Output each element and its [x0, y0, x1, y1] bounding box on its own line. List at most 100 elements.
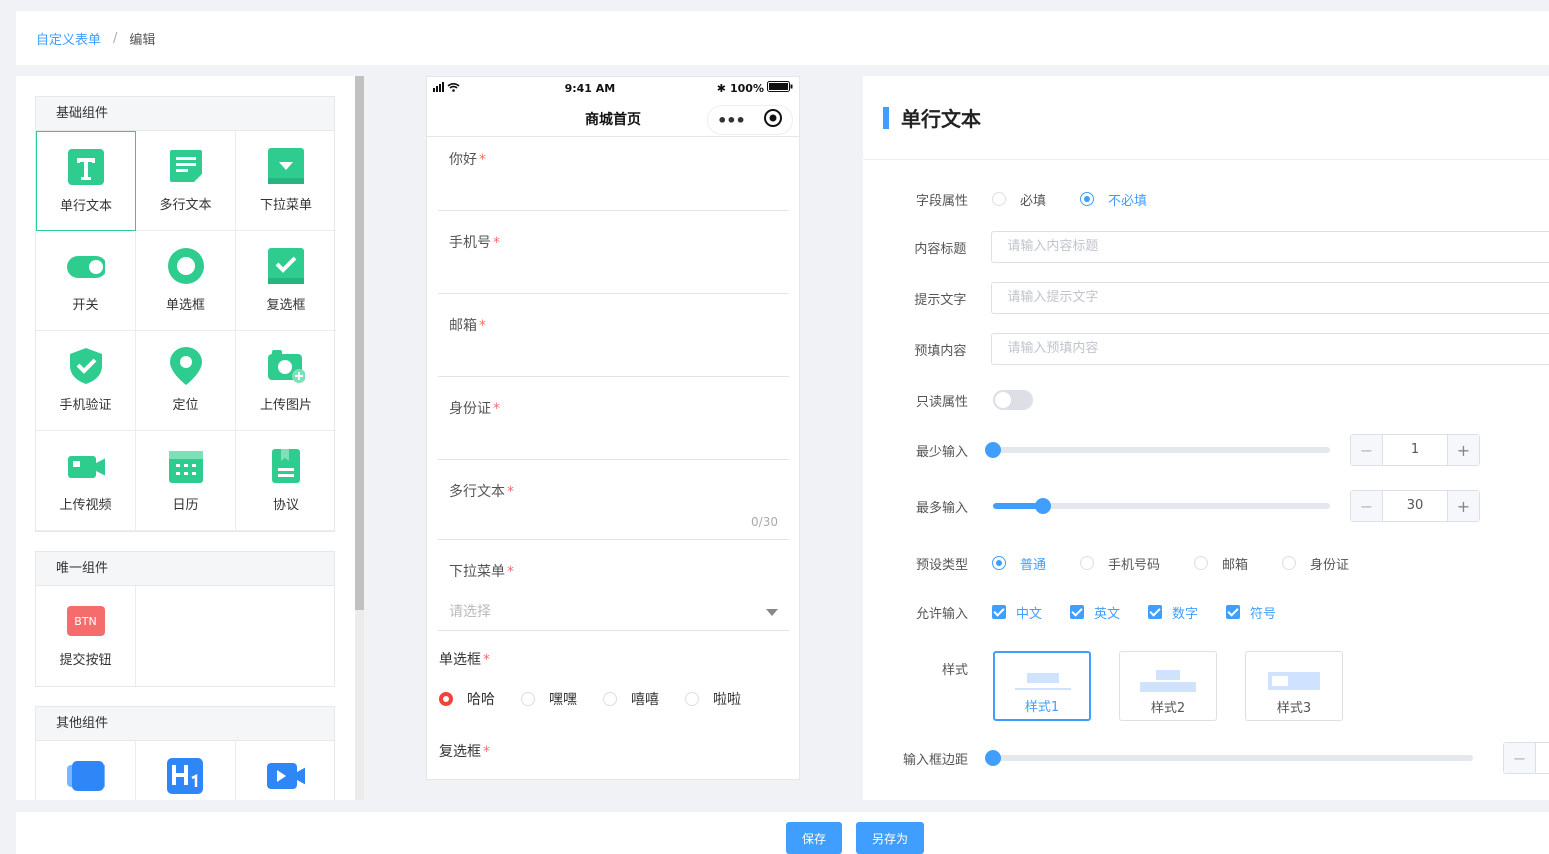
preset-email[interactable]: 邮箱 — [1194, 554, 1248, 573]
max-input-stepper: − 30 + — [1350, 490, 1480, 522]
component-checkbox[interactable]: 复选框 — [236, 231, 336, 331]
component-single-text[interactable]: 单行文本 — [36, 131, 136, 231]
dropdown-placeholder: 请选择 — [449, 604, 491, 620]
max-input-slider[interactable] — [993, 498, 1330, 514]
phone-status-bar: 9:41 AM ✱ 100% — [427, 77, 799, 99]
component-multi-text[interactable]: 多行文本 — [136, 131, 236, 231]
style-option-1[interactable]: 样式1 — [993, 651, 1091, 721]
radio-not-required[interactable]: 不必填 — [1080, 190, 1147, 209]
hint-text-input[interactable]: 请输入提示文字 — [991, 282, 1549, 314]
component-video-player[interactable] — [236, 741, 336, 800]
close-target-icon[interactable] — [763, 108, 783, 132]
preview-field-email[interactable]: 邮箱 * — [438, 315, 789, 377]
battery-percent: 100% — [730, 81, 764, 95]
radio-dot — [685, 692, 699, 706]
phone-preview: 9:41 AM ✱ 100% 商城首页 ••• 你好 * 手机号 * 邮箱 * 身份证… — [426, 76, 800, 780]
component-label: 下拉菜单 — [259, 198, 312, 213]
preset-phone[interactable]: 手机号码 — [1080, 554, 1160, 573]
preview-radio-option[interactable]: 嘿嘿 — [521, 689, 577, 709]
decrement-button[interactable]: − — [1504, 743, 1536, 773]
component-label: 多行文本 — [159, 198, 212, 213]
calendar-icon — [167, 447, 205, 485]
radio-dot — [992, 192, 1006, 206]
component-switch[interactable]: 开关 — [36, 231, 136, 331]
allow-digits-checkbox[interactable]: 数字 — [1148, 603, 1198, 622]
save-button[interactable]: 保存 — [786, 822, 842, 854]
component-calendar[interactable]: 日历 — [136, 431, 236, 531]
component-location[interactable]: 定位 — [136, 331, 236, 431]
style-preview-shape — [1272, 676, 1288, 686]
increment-button[interactable]: + — [1447, 491, 1479, 521]
allowed-input-label: 允许输入 — [915, 606, 968, 622]
preview-radio-option[interactable]: 啦啦 — [685, 689, 741, 709]
preview-field-hello[interactable]: 你好 * — [438, 149, 789, 211]
decrement-button[interactable]: − — [1351, 491, 1383, 521]
radio-required[interactable]: 必填 — [992, 190, 1046, 209]
prefill-input[interactable]: 请输入预填内容 — [991, 333, 1549, 365]
battery-icon — [766, 81, 793, 95]
preview-field-dropdown[interactable]: 下拉菜单 * 请选择 — [438, 561, 789, 631]
preset-normal[interactable]: 普通 — [992, 554, 1046, 573]
multiline-text-icon — [167, 147, 205, 185]
increment-button[interactable]: + — [1447, 435, 1479, 465]
submit-button-icon: BTN — [66, 602, 105, 640]
component-label: 上传视频 — [59, 498, 112, 513]
radio-dot — [1080, 556, 1095, 570]
component-label: 日历 — [172, 498, 199, 513]
component-upload-video[interactable]: 上传视频 — [36, 431, 136, 531]
radio-dot — [521, 692, 535, 706]
more-dots-icon[interactable]: ••• — [717, 111, 746, 130]
preview-field-idcard[interactable]: 身份证 * — [438, 398, 789, 460]
component-heading[interactable] — [136, 741, 236, 800]
breadcrumb-current: 编辑 — [129, 32, 156, 48]
stepper-value[interactable]: 30 — [1383, 491, 1447, 521]
readonly-switch[interactable] — [993, 390, 1033, 410]
allow-english-checkbox[interactable]: 英文 — [1070, 603, 1120, 622]
btn-badge: BTN — [66, 606, 105, 636]
component-label: 开关 — [72, 298, 99, 313]
save-as-button[interactable]: 另存为 — [856, 822, 924, 854]
min-input-slider[interactable] — [985, 442, 1330, 458]
slider-knob[interactable] — [985, 442, 1001, 458]
component-label: 复选框 — [266, 298, 306, 313]
component-upload-image[interactable]: 上传图片 — [236, 331, 336, 431]
preview-radio-option[interactable]: 哈哈 — [439, 689, 495, 709]
preset-idcard[interactable]: 身份证 — [1282, 554, 1349, 573]
panel-scrollbar-thumb[interactable] — [355, 76, 364, 610]
slider-knob[interactable] — [985, 750, 1001, 766]
preview-field-phone[interactable]: 手机号 * — [438, 232, 789, 294]
component-agreement[interactable]: 协议 — [236, 431, 336, 531]
preview-field-multiline[interactable]: 多行文本 * 0/30 — [438, 481, 789, 540]
style-option-3[interactable]: 样式3 — [1245, 651, 1343, 721]
slider-knob[interactable] — [1034, 498, 1051, 514]
content-title-input[interactable]: 请输入内容标题 — [991, 231, 1549, 263]
radio-dot — [603, 692, 617, 706]
decrement-button[interactable]: − — [1351, 435, 1383, 465]
allow-symbols-checkbox[interactable]: 符号 — [1226, 603, 1276, 622]
preview-radio-group: 哈哈 嘿嘿 嘻嘻 啦啦 — [439, 689, 767, 709]
margin-stepper: − — [1503, 742, 1549, 774]
preview-radio-option[interactable]: 嘻嘻 — [603, 689, 659, 709]
component-dropdown[interactable]: 下拉菜单 — [236, 131, 336, 231]
video-camera-icon — [267, 757, 305, 795]
content-title-row: 内容标题 请输入内容标题 — [863, 231, 1549, 263]
breadcrumb-root-link[interactable]: 自定义表单 — [36, 29, 101, 48]
margin-row: 输入框边距 — [863, 742, 1549, 774]
component-radio[interactable]: 单选框 — [136, 231, 236, 331]
allow-chinese-checkbox[interactable]: 中文 — [992, 603, 1042, 622]
style-option-label: 样式3 — [1276, 701, 1312, 716]
preset-type-label: 预设类型 — [915, 557, 968, 573]
style-option-2[interactable]: 样式2 — [1119, 651, 1217, 721]
min-input-stepper: − 1 + — [1350, 434, 1480, 466]
preset-type-row: 预设类型 普通 手机号码 邮箱 身份证 — [863, 553, 1549, 573]
properties-header: 单行文本 — [863, 76, 1549, 160]
component-phone-verify[interactable]: 手机验证 — [36, 331, 136, 431]
stepper-value[interactable]: 1 — [1383, 435, 1447, 465]
component-submit-button[interactable]: BTN 提交按钮 — [36, 586, 136, 686]
style-preview-line — [1015, 688, 1071, 690]
component-banner[interactable] — [36, 741, 136, 800]
phone-time: 9:41 AM — [564, 81, 616, 95]
camera-icon — [267, 347, 305, 385]
mini-program-capsule: ••• — [707, 105, 793, 135]
margin-slider[interactable] — [985, 750, 1473, 766]
